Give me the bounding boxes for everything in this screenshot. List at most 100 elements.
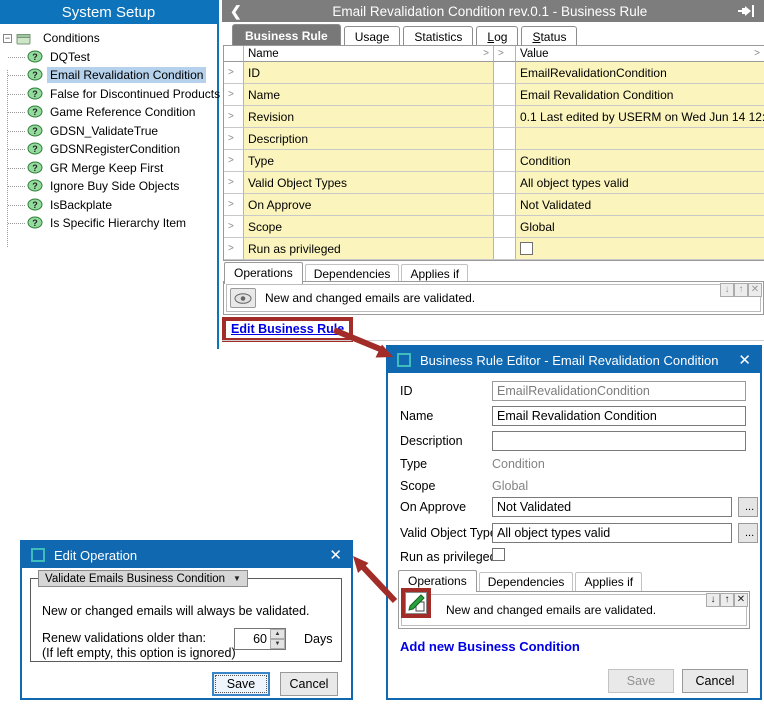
name-column-header[interactable]: Name> [244,46,494,62]
run-as-privileged-label: Run as privileged [400,550,497,564]
tree-item-label: GDSNRegisterCondition [47,141,183,157]
days-input[interactable] [235,629,270,649]
valid-object-types-field[interactable] [492,523,732,543]
table-header-row: Name> > Value > [224,46,764,62]
run-as-privileged-checkbox[interactable] [520,242,533,255]
save-button[interactable]: Save [608,669,674,693]
row-expander-cell[interactable]: > [224,106,244,128]
pin-icon[interactable] [738,5,756,17]
row-expander-icon[interactable]: > [228,134,234,144]
condition-icon: ? [27,105,43,119]
property-value-cell [516,128,764,150]
dialog-app-icon [397,353,411,367]
row-expander-cell[interactable]: > [224,62,244,84]
move-down-icon[interactable]: ↓ [706,593,720,607]
value-column-header[interactable]: Value > [516,46,764,62]
row-expander-icon[interactable]: > [228,112,234,122]
condition-icon: ? [27,50,43,64]
tree-item-false-for-discontinued-products[interactable]: ? False for Discontinued Products [0,85,217,104]
row-expander-cell[interactable]: > [224,216,244,238]
operation-item[interactable]: New and changed emails are validated. [401,594,747,626]
tree-item-gdsn-validatetrue[interactable]: ? GDSN_ValidateTrue [0,122,217,141]
tree-item-gdsnregistercondition[interactable]: ? GDSNRegisterCondition [0,140,217,159]
delete-icon[interactable]: ✕ [748,283,762,297]
svg-text:?: ? [32,163,38,173]
edit-operation-button[interactable] [405,592,427,614]
close-icon[interactable]: ✕ [738,353,751,368]
spin-up-icon[interactable]: ▲ [270,629,285,639]
sort-chevron-icon[interactable]: > [754,49,760,59]
edit-business-rule-link[interactable]: Edit Business Rule [231,322,344,336]
cancel-button[interactable]: Cancel [280,672,338,696]
value-header-label: Value [520,48,549,60]
add-new-business-condition-link[interactable]: Add new Business Condition [400,639,580,654]
separator-cell [494,84,516,106]
description-field[interactable] [492,431,746,451]
row-expander-cell[interactable]: > [224,172,244,194]
valid-object-types-browse-button[interactable]: ... [738,523,758,543]
separator-cell [494,62,516,84]
move-down-icon[interactable]: ↓ [720,283,734,297]
on-approve-field[interactable] [492,497,732,517]
row-expander-cell[interactable]: > [224,84,244,106]
row-expander-icon[interactable]: > [228,178,234,188]
move-up-icon[interactable]: ↑ [720,593,734,607]
property-value-cell [516,238,764,260]
tree-item-label: IsBackplate [47,197,115,213]
sort-chevron-icon[interactable]: > [498,49,504,59]
row-expander-cell[interactable]: > [224,194,244,216]
id-field[interactable] [492,381,746,401]
tree-item-game-reference-condition[interactable]: ? Game Reference Condition [0,103,217,122]
on-approve-browse-button[interactable]: ... [738,497,758,517]
separator-cell [494,172,516,194]
operations-list: New and changed emails are validated. ↓ … [223,281,764,315]
row-expander-icon[interactable]: > [228,68,234,78]
delete-icon[interactable]: ✕ [734,593,748,607]
row-expander-icon[interactable]: > [228,156,234,166]
row-expander-icon[interactable]: > [228,222,234,232]
row-expander-icon[interactable]: > [228,200,234,210]
tree-item-isbackplate[interactable]: ? IsBackplate [0,196,217,215]
row-expander-cell[interactable]: > [224,128,244,150]
row-expander-cell[interactable]: > [224,238,244,260]
name-field[interactable] [492,406,746,426]
tree-item-is-specific-hierarchy-item[interactable]: ? Is Specific Hierarchy Item [0,214,217,233]
spin-down-icon[interactable]: ▼ [270,639,285,649]
condition-icon: ? [27,198,43,212]
separator-cell [494,128,516,150]
collapse-expander-icon[interactable]: − [3,34,12,43]
tree-item-email-revalidation-condition[interactable]: ? Email Revalidation Condition [0,66,217,85]
separator-column-header[interactable]: > [494,46,516,62]
tree-root-conditions[interactable]: − Conditions [0,29,217,48]
view-operation-button[interactable] [230,288,256,308]
table-row-valid-object-types: > Valid Object Types All object types va… [224,172,764,194]
business-rule-editor-dialog: Business Rule Editor - Email Revalidatio… [386,345,762,700]
save-button[interactable]: Save [212,672,270,696]
row-expander-icon[interactable]: > [228,90,234,100]
row-expander-cell[interactable]: > [224,150,244,172]
back-icon[interactable]: ❮ [230,3,242,20]
property-name-cell: ID [244,62,494,84]
edit-pencil-icon [406,593,426,613]
tree-item-dqtest[interactable]: ? DQTest [0,48,217,67]
condition-type-dropdown[interactable]: Validate Emails Business Condition ▼ [38,570,248,587]
property-name-cell: Valid Object Types [244,172,494,194]
editor-operations-list: New and changed emails are validated. ↓ … [398,591,750,629]
table-row-description: > Description [224,128,764,150]
move-up-icon[interactable]: ↑ [734,283,748,297]
sort-chevron-icon[interactable]: > [483,49,489,59]
tree-item-gr-merge-keep-first[interactable]: ? GR Merge Keep First [0,159,217,178]
scope-label: Scope [400,479,435,493]
row-expander-icon[interactable]: > [228,244,234,254]
separator-cell [494,216,516,238]
svg-text:?: ? [32,70,38,80]
dialog-title-bar: Business Rule Editor - Email Revalidatio… [388,347,760,373]
tab-dependencies[interactable]: Dependencies [479,572,574,592]
run-as-privileged-checkbox[interactable] [492,548,505,561]
tab-applies-if[interactable]: Applies if [575,572,642,592]
tree-item-ignore-buy-side-objects[interactable]: ? Ignore Buy Side Objects [0,177,217,196]
operation-item[interactable]: New and changed emails are validated. [226,284,761,312]
cancel-button[interactable]: Cancel [682,669,748,693]
tab-operations[interactable]: Operations [224,262,303,284]
close-icon[interactable]: ✕ [329,548,342,563]
